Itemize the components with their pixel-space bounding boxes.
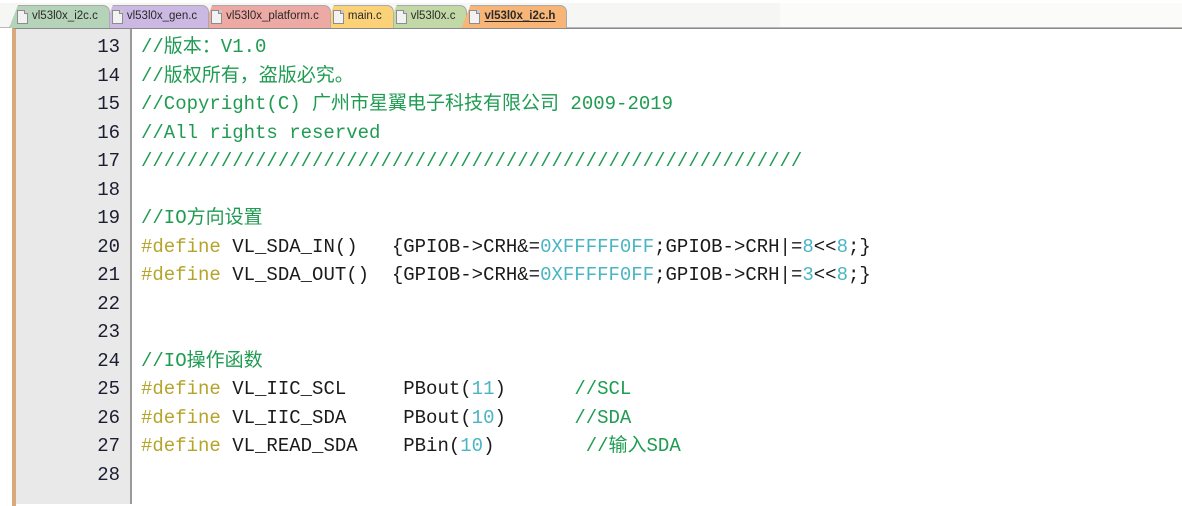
line-number: 15 bbox=[97, 93, 120, 115]
code-token-txt: ;GPIOB->CRH|= bbox=[654, 235, 803, 258]
tab-label: vl53l0x_platform.c bbox=[226, 10, 319, 23]
tab-vl53l0x-i2c-h[interactable]: vl53l0x_i2c.h bbox=[461, 5, 568, 28]
line-number: 26 bbox=[97, 406, 120, 429]
code-token-txt: VL_IIC_SCL PBout( bbox=[220, 378, 472, 400]
code-token-cmt: //Copyright(C) 广州市星翼电子科技有限公司 2009-2019 bbox=[141, 93, 674, 115]
tab-main-c[interactable]: main.c bbox=[324, 5, 394, 28]
code-token-txt: << bbox=[813, 235, 837, 258]
document-icon bbox=[111, 10, 123, 24]
code-token-num: 10 bbox=[471, 406, 495, 429]
editor-tab-bar: vl53l0x_i2c.c vl53l0x_gen.c vl53l0x_platfo… bbox=[0, 0, 1182, 29]
code-token-txt: ;GPIOB->CRH|= bbox=[654, 264, 803, 286]
code-token-cmt: ////////////////////////////////////////… bbox=[141, 150, 803, 172]
code-token-num: 10 bbox=[460, 435, 484, 457]
code-token-txt: VL_READ_SDA PBin( bbox=[220, 435, 461, 457]
editor-pane: 13 14 15 16 17 18 19 20 21 22 23 24 25 26 27 28 //版本：V1… bbox=[12, 28, 1182, 506]
code-token-cmt: //IO操作函数 bbox=[141, 349, 263, 372]
code-token-pp: #define bbox=[141, 264, 221, 286]
code-token-pp: #define bbox=[141, 378, 221, 400]
line-number: 20 bbox=[97, 235, 120, 258]
tab-list: vl53l0x_i2c.c vl53l0x_gen.c vl53l0x_platfo… bbox=[9, 3, 568, 28]
code-line: //IO方向设置 bbox=[141, 204, 1182, 233]
code-line: //Copyright(C) 广州市星翼电子科技有限公司 2009-2019 bbox=[141, 90, 1182, 119]
tab-label: main.c bbox=[347, 10, 382, 23]
line-number: 19 bbox=[97, 207, 120, 229]
line-number: 18 bbox=[97, 178, 120, 201]
tab-label: vl53l0x_gen.c bbox=[126, 10, 198, 23]
tab-vl53l0x-i2c-c[interactable]: vl53l0x_i2c.c bbox=[9, 5, 110, 28]
tab-vl53l0x-platform-c[interactable]: vl53l0x_platform.c bbox=[203, 5, 331, 28]
code-line: #define VL_IIC_SCL PBout(11) //SCL bbox=[141, 375, 1182, 404]
tab-vl53l0x-gen-c[interactable]: vl53l0x_gen.c bbox=[103, 5, 210, 28]
code-token-num: 11 bbox=[471, 378, 495, 400]
code-token-num: 8 bbox=[802, 235, 814, 258]
code-token-txt: ;} bbox=[847, 235, 871, 258]
code-token-txt: VL_IIC_SDA PBout( bbox=[220, 406, 472, 429]
code-line: //版权所有，盗版必究。 bbox=[141, 62, 1182, 91]
code-token-pp: #define bbox=[141, 235, 221, 258]
code-token-cmt: //SDA bbox=[574, 406, 632, 429]
line-number-gutter: 13 14 15 16 17 18 19 20 21 22 23 24 25 26 27 28 bbox=[16, 29, 132, 506]
document-icon bbox=[17, 10, 28, 24]
line-number: 24 bbox=[97, 349, 120, 372]
code-line: #define VL_SDA_IN() {GPIOB->CRH&=0XFFFFF… bbox=[141, 233, 1182, 262]
line-number: 27 bbox=[97, 435, 120, 457]
code-line: //IO操作函数 bbox=[141, 347, 1182, 376]
code-token-txt: VL_SDA_IN() {GPIOB->CRH&= bbox=[220, 235, 541, 258]
code-line: //All rights reserved bbox=[141, 119, 1182, 148]
line-number: 22 bbox=[97, 292, 120, 315]
line-number: 14 bbox=[97, 64, 120, 87]
document-icon bbox=[332, 10, 344, 24]
code-token-cmt: //SCL bbox=[574, 378, 632, 400]
line-number: 21 bbox=[97, 264, 120, 286]
code-line: //版本：V1.0 bbox=[141, 33, 1182, 62]
code-token-cmt: //版本：V1.0 bbox=[141, 36, 267, 58]
document-icon bbox=[395, 10, 407, 24]
code-token-cmt: //版权所有，盗版必究。 bbox=[141, 64, 354, 87]
tab-vl53l0x-c[interactable]: vl53l0x.c bbox=[387, 5, 468, 28]
code-token-cmt: //IO方向设置 bbox=[141, 207, 263, 229]
tab-bar-empty-area bbox=[780, 3, 1182, 28]
code-token-txt: ;} bbox=[847, 264, 871, 286]
line-number: 25 bbox=[97, 378, 120, 400]
code-line: #define VL_IIC_SDA PBout(10) //SDA bbox=[141, 404, 1182, 433]
code-token-pp: #define bbox=[141, 435, 221, 457]
code-token-cmt: //输入SDA bbox=[585, 435, 681, 457]
code-token-txt: ) bbox=[494, 378, 575, 400]
tab-label: vl53l0x.c bbox=[410, 10, 456, 23]
code-token-pp: #define bbox=[141, 406, 221, 429]
code-line: #define VL_SDA_OUT() {GPIOB->CRH&=0XFFFF… bbox=[141, 261, 1182, 290]
code-token-num: 8 bbox=[836, 264, 848, 286]
line-number: 23 bbox=[97, 321, 120, 343]
code-editor-window: vl53l0x_i2c.c vl53l0x_gen.c vl53l0x_platfo… bbox=[0, 0, 1182, 506]
tab-label: vl53l0x_i2c.h bbox=[484, 10, 556, 23]
line-number: 17 bbox=[97, 150, 120, 172]
code-token-num: 8 bbox=[836, 235, 848, 258]
line-number: 16 bbox=[97, 121, 120, 144]
line-number: 28 bbox=[97, 463, 120, 486]
code-token-txt: ) bbox=[494, 406, 575, 429]
code-line: #define VL_READ_SDA PBin(10) //输入SDA bbox=[141, 432, 1182, 461]
code-line: ////////////////////////////////////////… bbox=[141, 147, 1182, 176]
code-token-cmt: //All rights reserved bbox=[141, 121, 381, 144]
code-token-num: 0XFFFFF0FF bbox=[540, 235, 655, 258]
code-token-txt: VL_SDA_OUT() {GPIOB->CRH&= bbox=[220, 264, 541, 286]
code-token-num: 3 bbox=[802, 264, 814, 286]
code-token-txt: ) bbox=[483, 435, 586, 457]
code-token-num: 0XFFFFF0FF bbox=[540, 264, 655, 286]
code-area[interactable]: //版本：V1.0 //版权所有，盗版必究。 //Copyright(C) 广州市星… bbox=[132, 29, 1182, 506]
document-icon bbox=[469, 10, 481, 24]
line-number: 13 bbox=[97, 36, 120, 58]
code-token-txt: << bbox=[813, 264, 837, 286]
document-icon bbox=[211, 10, 223, 24]
tab-label: vl53l0x_i2c.c bbox=[32, 10, 98, 23]
